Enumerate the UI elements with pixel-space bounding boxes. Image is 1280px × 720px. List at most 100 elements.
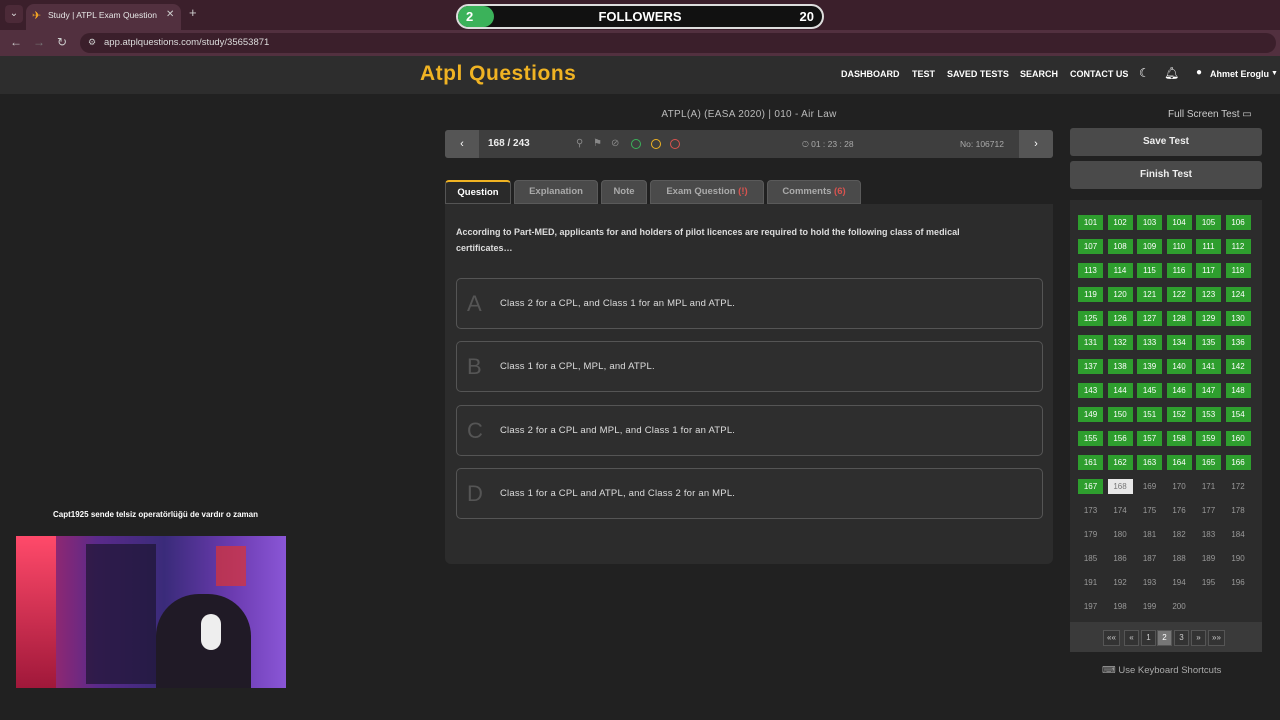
question-nav-cell[interactable]: 111: [1196, 239, 1221, 254]
question-nav-cell[interactable]: 117: [1196, 263, 1221, 278]
yellow-marker-icon[interactable]: [651, 139, 661, 149]
full-screen-toggle[interactable]: Full Screen Test ▭: [1168, 109, 1252, 120]
tab-exam-question[interactable]: Exam Question (!): [650, 180, 764, 204]
question-nav-cell[interactable]: 165: [1196, 455, 1221, 470]
question-nav-cell[interactable]: 167: [1078, 479, 1103, 494]
nav-saved-tests[interactable]: SAVED TESTS: [947, 69, 1009, 79]
question-nav-cell[interactable]: 143: [1078, 383, 1103, 398]
tab-note[interactable]: Note: [601, 180, 647, 204]
keyboard-shortcuts-link[interactable]: ⌨ Use Keyboard Shortcuts: [1102, 665, 1221, 676]
question-nav-cell[interactable]: 155: [1078, 431, 1103, 446]
question-nav-cell[interactable]: 185: [1078, 551, 1103, 566]
site-info-icon[interactable]: ⚙: [88, 37, 96, 48]
question-nav-cell[interactable]: 148: [1225, 383, 1251, 398]
question-nav-cell[interactable]: 139: [1137, 359, 1162, 374]
reload-icon[interactable]: ↻: [57, 35, 67, 49]
question-nav-cell[interactable]: 150: [1107, 407, 1133, 422]
question-nav-cell[interactable]: 181: [1137, 527, 1162, 542]
pagination-button[interactable]: »»: [1208, 630, 1225, 646]
question-nav-cell[interactable]: 129: [1196, 311, 1221, 326]
question-nav-cell[interactable]: 157: [1137, 431, 1162, 446]
question-nav-cell[interactable]: 140: [1166, 359, 1192, 374]
question-nav-cell[interactable]: 134: [1166, 335, 1192, 350]
red-marker-icon[interactable]: [670, 139, 680, 149]
question-nav-cell[interactable]: 145: [1137, 383, 1162, 398]
pagination-button[interactable]: 2: [1157, 630, 1172, 646]
tab-question[interactable]: Question: [445, 180, 511, 204]
question-nav-cell[interactable]: 121: [1137, 287, 1162, 302]
question-nav-cell[interactable]: 102: [1107, 215, 1133, 230]
question-nav-cell[interactable]: 122: [1166, 287, 1192, 302]
question-nav-cell[interactable]: 142: [1225, 359, 1251, 374]
question-nav-cell[interactable]: 166: [1225, 455, 1251, 470]
question-nav-cell[interactable]: 132: [1107, 335, 1133, 350]
question-nav-cell[interactable]: 130: [1225, 311, 1251, 326]
question-nav-cell[interactable]: 123: [1196, 287, 1221, 302]
question-nav-cell[interactable]: 141: [1196, 359, 1221, 374]
question-nav-cell[interactable]: 160: [1225, 431, 1251, 446]
forward-icon[interactable]: →: [33, 35, 45, 49]
question-nav-cell[interactable]: 116: [1166, 263, 1192, 278]
question-nav-cell[interactable]: 114: [1107, 263, 1133, 278]
pagination-button[interactable]: 3: [1174, 630, 1189, 646]
question-nav-cell[interactable]: 108: [1107, 239, 1133, 254]
question-nav-cell[interactable]: 146: [1166, 383, 1192, 398]
question-nav-cell[interactable]: 153: [1196, 407, 1221, 422]
pagination-button[interactable]: «: [1124, 630, 1139, 646]
question-nav-cell[interactable]: 106: [1225, 215, 1251, 230]
next-question-button[interactable]: ›: [1019, 130, 1053, 158]
question-nav-cell[interactable]: 172: [1226, 479, 1251, 494]
question-nav-cell[interactable]: 118: [1225, 263, 1251, 278]
question-nav-cell[interactable]: 164: [1166, 455, 1192, 470]
question-nav-cell[interactable]: 176: [1167, 503, 1192, 518]
answer-option-b[interactable]: B Class 1 for a CPL, MPL, and ATPL.: [456, 341, 1043, 392]
question-nav-cell[interactable]: 170: [1167, 479, 1192, 494]
question-nav-cell[interactable]: 175: [1137, 503, 1162, 518]
question-nav-cell[interactable]: 101: [1078, 215, 1103, 230]
question-nav-cell[interactable]: 193: [1137, 575, 1162, 590]
nav-dashboard[interactable]: DASHBOARD: [841, 69, 900, 79]
question-nav-cell[interactable]: 104: [1166, 215, 1192, 230]
question-nav-cell[interactable]: 191: [1078, 575, 1103, 590]
question-nav-cell[interactable]: 128: [1166, 311, 1192, 326]
question-nav-cell[interactable]: 144: [1107, 383, 1133, 398]
pin-icon[interactable]: ⚲: [576, 138, 583, 149]
question-nav-cell[interactable]: 109: [1137, 239, 1162, 254]
question-nav-cell[interactable]: 137: [1078, 359, 1103, 374]
question-nav-cell[interactable]: 173: [1078, 503, 1103, 518]
question-nav-cell[interactable]: 192: [1108, 575, 1133, 590]
nav-contact-us[interactable]: CONTACT US: [1070, 69, 1128, 79]
question-nav-cell[interactable]: 161: [1078, 455, 1103, 470]
question-nav-cell[interactable]: 174: [1108, 503, 1133, 518]
question-nav-cell[interactable]: 112: [1225, 239, 1251, 254]
question-nav-cell[interactable]: 184: [1226, 527, 1251, 542]
dark-mode-icon[interactable]: ☾: [1139, 66, 1150, 80]
question-nav-cell[interactable]: 169: [1137, 479, 1162, 494]
question-nav-cell[interactable]: 190: [1226, 551, 1251, 566]
question-nav-cell[interactable]: 187: [1137, 551, 1162, 566]
question-nav-cell[interactable]: 107: [1078, 239, 1103, 254]
question-nav-cell[interactable]: 115: [1137, 263, 1162, 278]
question-nav-cell[interactable]: 131: [1078, 335, 1103, 350]
question-nav-cell[interactable]: 162: [1107, 455, 1133, 470]
finish-test-button[interactable]: Finish Test: [1070, 161, 1262, 189]
question-nav-cell[interactable]: 180: [1108, 527, 1133, 542]
green-marker-icon[interactable]: [631, 139, 641, 149]
question-nav-cell[interactable]: 135: [1196, 335, 1221, 350]
site-logo[interactable]: Atpl Questions: [420, 62, 576, 86]
answer-option-a[interactable]: A Class 2 for a CPL, and Class 1 for an …: [456, 278, 1043, 329]
pagination-button[interactable]: ««: [1103, 630, 1120, 646]
nav-search[interactable]: SEARCH: [1020, 69, 1058, 79]
pagination-button[interactable]: »: [1191, 630, 1206, 646]
question-nav-cell[interactable]: 195: [1196, 575, 1221, 590]
question-nav-cell[interactable]: 149: [1078, 407, 1103, 422]
tab-list-button[interactable]: ⌄: [5, 5, 23, 23]
bell-icon[interactable]: 🔔︎: [1164, 66, 1179, 80]
question-nav-cell[interactable]: 127: [1137, 311, 1162, 326]
question-nav-cell[interactable]: 147: [1196, 383, 1221, 398]
question-nav-cell[interactable]: 136: [1225, 335, 1251, 350]
question-nav-cell[interactable]: 197: [1078, 599, 1103, 614]
question-nav-cell[interactable]: 133: [1137, 335, 1162, 350]
question-nav-cell[interactable]: 186: [1108, 551, 1133, 566]
ban-icon[interactable]: ⊘: [611, 138, 619, 149]
